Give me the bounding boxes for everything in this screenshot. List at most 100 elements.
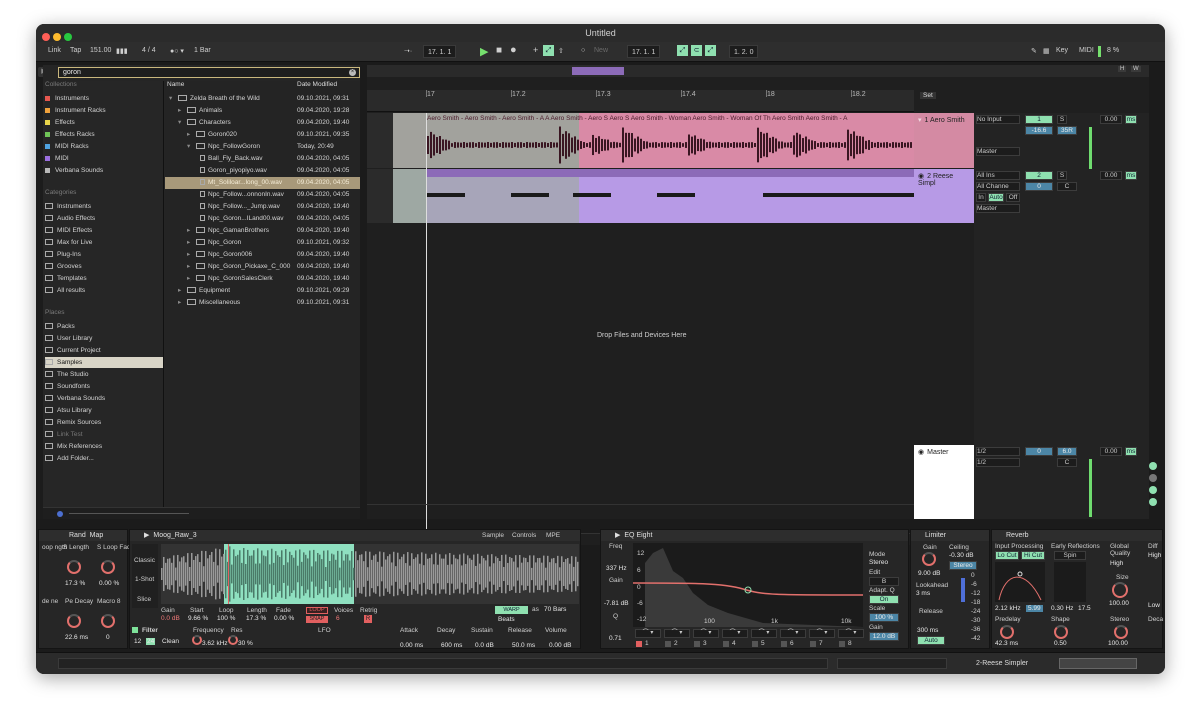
close-button[interactable] bbox=[42, 33, 50, 41]
edit-select[interactable]: B bbox=[869, 577, 899, 586]
device-fold-icon[interactable]: ▶ bbox=[144, 532, 149, 539]
device-chain-overview[interactable] bbox=[1059, 658, 1137, 669]
overdub-icon[interactable]: + bbox=[533, 45, 538, 55]
file-row[interactable]: ▾ Zelda Breath of the Wild 09.10.2021, 09:… bbox=[165, 93, 360, 105]
release-value[interactable]: 50.0 ms bbox=[512, 642, 535, 649]
slice-mode[interactable]: Slice bbox=[137, 596, 151, 603]
track-2-pan[interactable]: C bbox=[1057, 182, 1077, 191]
fade-value[interactable]: 0.00 % bbox=[274, 615, 294, 622]
overview-bar[interactable]: H W bbox=[367, 65, 1149, 77]
size-value[interactable]: 100.00 bbox=[1109, 600, 1129, 607]
master-ms[interactable]: ms bbox=[1125, 447, 1137, 456]
band-filter-type[interactable]: ⌒ ▾ bbox=[809, 629, 835, 638]
search-input[interactable]: goron bbox=[58, 67, 360, 78]
band-filter-type[interactable]: ⌒ ▾ bbox=[722, 629, 748, 638]
loop-value[interactable]: 100 % bbox=[217, 615, 235, 622]
track-fold-icon[interactable]: ◉ bbox=[918, 449, 924, 456]
limiter-release-value[interactable]: 300 ms bbox=[917, 627, 938, 634]
loop-record-icon[interactable]: ○ bbox=[581, 47, 585, 54]
master-input-2[interactable]: 1/2 bbox=[976, 458, 1020, 467]
voices-select[interactable]: 6 bbox=[336, 615, 340, 622]
category-item[interactable]: Max for Live bbox=[45, 237, 163, 248]
chevron-down-icon[interactable]: ▾ bbox=[178, 117, 181, 129]
chevron-right-icon[interactable]: ▸ bbox=[187, 273, 190, 285]
hi-cut-toggle[interactable]: Hi Cut bbox=[1021, 551, 1045, 560]
position-field[interactable]: 17. 1. 1 bbox=[423, 45, 457, 58]
file-row[interactable]: Goron_piyopiyo.wav 09.04.2020, 04:05 bbox=[165, 165, 360, 177]
reverb-width-value[interactable]: 5.99 bbox=[1026, 605, 1043, 612]
collection-item[interactable]: Instruments bbox=[45, 93, 163, 104]
pencil-icon[interactable]: ✎ bbox=[1031, 47, 1037, 55]
file-row[interactable]: ▸ Npc_GamanBrothers 09.04.2020, 19:40 bbox=[165, 225, 360, 237]
tap-button[interactable]: Tap bbox=[70, 47, 81, 54]
gain-value[interactable]: 0.0 dB bbox=[161, 615, 180, 622]
limiter-gain-knob[interactable] bbox=[922, 552, 936, 566]
track-2-volume[interactable]: 0 bbox=[1025, 182, 1053, 191]
loop-start-field[interactable]: 17. 1. 1 bbox=[627, 45, 661, 58]
draw-mode-icon[interactable]: ⤢ bbox=[677, 45, 688, 56]
track-2-ms[interactable]: ms bbox=[1125, 171, 1137, 180]
midi-map-button[interactable]: MIDI bbox=[1079, 47, 1094, 54]
filter-on-icon[interactable] bbox=[132, 627, 138, 633]
set-button[interactable]: Set bbox=[920, 92, 936, 99]
track-2-activator[interactable]: 2 bbox=[1025, 171, 1053, 180]
classic-mode[interactable]: Classic bbox=[134, 557, 155, 564]
reverb-freq-value[interactable]: 2.12 kHz bbox=[995, 605, 1021, 612]
category-item[interactable]: Instruments bbox=[45, 201, 163, 212]
preview-bar[interactable] bbox=[43, 507, 360, 519]
place-item[interactable]: Atsu Library bbox=[45, 405, 163, 416]
track-1-solo[interactable]: S bbox=[1057, 115, 1067, 124]
res-value[interactable]: 30 % bbox=[238, 640, 253, 647]
metronome-icon[interactable]: ▮▮▮ bbox=[116, 47, 128, 55]
category-item[interactable]: Templates bbox=[45, 273, 163, 284]
place-item[interactable]: Samples bbox=[45, 357, 163, 368]
band-number[interactable]: 7 bbox=[819, 640, 823, 647]
band-toggle[interactable] bbox=[636, 641, 642, 647]
metronome-toggle-icon[interactable]: ●○ ▾ bbox=[170, 47, 184, 55]
filter-24[interactable]: 24 bbox=[146, 638, 156, 645]
freq-value[interactable]: 337 Hz bbox=[606, 565, 627, 572]
spin-toggle[interactable]: Spin bbox=[1054, 551, 1086, 560]
minimize-button[interactable] bbox=[53, 33, 61, 41]
decay-value[interactable]: 600 ms bbox=[441, 642, 462, 649]
master-volume[interactable]: 0 bbox=[1025, 447, 1053, 456]
band-number[interactable]: 3 bbox=[703, 640, 707, 647]
frequency-knob[interactable] bbox=[192, 635, 202, 645]
track-1-activator[interactable]: 1 bbox=[1025, 115, 1053, 124]
length-value[interactable]: 17.3 % bbox=[246, 615, 266, 622]
file-row[interactable]: ▾ Npc_FollowGoron Today, 20:49 bbox=[165, 141, 360, 153]
volume-value[interactable]: 0.00 dB bbox=[549, 642, 571, 649]
track-1-volume[interactable]: -16.6 bbox=[1025, 126, 1053, 135]
category-item[interactable]: Audio Effects bbox=[45, 213, 163, 224]
band-toggle[interactable] bbox=[694, 641, 700, 647]
band-filter-type[interactable]: ⌒ ▾ bbox=[693, 629, 719, 638]
band-filter-type[interactable]: ⌒ ▾ bbox=[751, 629, 777, 638]
snap-toggle[interactable]: SNAP bbox=[306, 616, 328, 623]
place-item[interactable]: Current Project bbox=[45, 345, 163, 356]
place-item[interactable]: Soundfonts bbox=[45, 381, 163, 392]
band-toggle[interactable] bbox=[752, 641, 758, 647]
link-button[interactable]: Link bbox=[48, 47, 61, 54]
file-row[interactable]: ▸ Miscellaneous 09.10.2021, 09:31 bbox=[165, 297, 360, 309]
ceiling-value[interactable]: -0.30 dB bbox=[949, 552, 974, 559]
track-1-ms[interactable]: ms bbox=[1125, 115, 1137, 124]
rand-button[interactable]: Rand bbox=[69, 532, 86, 539]
chevron-right-icon[interactable]: ▸ bbox=[187, 237, 190, 249]
spin-rate-value[interactable]: 0.30 Hz bbox=[1051, 605, 1073, 612]
output-gain-value[interactable]: 12.0 dB bbox=[869, 632, 899, 641]
scale-value[interactable]: 100 % bbox=[869, 613, 899, 622]
track-1-header[interactable]: ▾ 1 Aero Smith bbox=[914, 113, 974, 168]
chevron-down-icon[interactable]: ▾ bbox=[187, 141, 190, 153]
tempo-field[interactable]: 151.00 bbox=[90, 47, 111, 54]
chevron-right-icon[interactable]: ▸ bbox=[187, 225, 190, 237]
predelay-knob[interactable] bbox=[1000, 625, 1014, 639]
mpe-tab[interactable]: MPE bbox=[546, 532, 560, 539]
map-button[interactable]: Map bbox=[90, 532, 104, 539]
device-fold-icon[interactable]: ▶ bbox=[615, 532, 620, 539]
record-icon[interactable]: ● bbox=[510, 44, 517, 56]
chevron-right-icon[interactable]: ▸ bbox=[187, 261, 190, 273]
stereo-knob[interactable] bbox=[1114, 625, 1128, 639]
filter-12[interactable]: 12 bbox=[134, 638, 141, 645]
band-filter-type[interactable]: ⌒ ▾ bbox=[664, 629, 690, 638]
file-row[interactable]: Mt_Soliloar...long_00.wav 09.04.2020, 04:… bbox=[165, 177, 360, 189]
